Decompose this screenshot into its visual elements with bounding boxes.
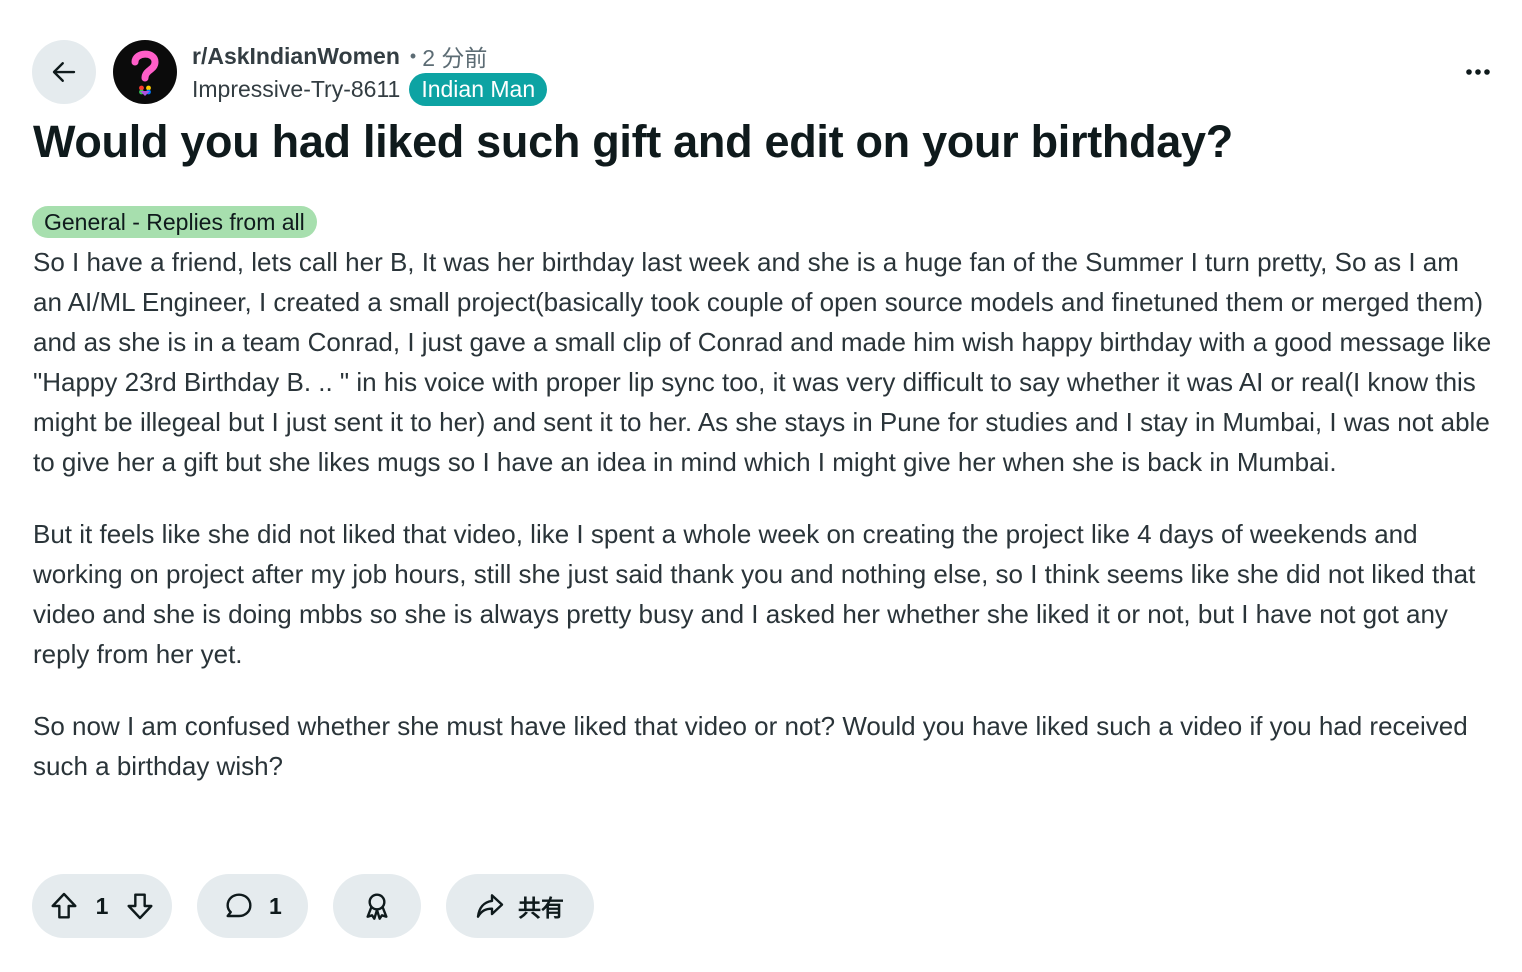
- post-body: So I have a friend, lets call her B, It …: [33, 242, 1493, 818]
- post-flair[interactable]: General - Replies from all: [32, 206, 317, 238]
- meta-separator: •: [409, 45, 417, 66]
- vote-control: 1: [32, 874, 172, 938]
- arrow-left-icon: [49, 57, 79, 87]
- vote-count: 1: [95, 892, 109, 919]
- more-options-button[interactable]: [1464, 56, 1492, 88]
- share-label: 共有: [518, 895, 564, 921]
- subreddit-name[interactable]: r/AskIndianWomen: [192, 43, 400, 70]
- upvote-arrow-icon: [51, 892, 77, 919]
- share-button[interactable]: 共有: [446, 874, 594, 938]
- more-horizontal-icon: [1466, 69, 1490, 75]
- user-flair-badge: Indian Man: [409, 72, 548, 106]
- subreddit-avatar[interactable]: [113, 40, 177, 104]
- question-mark-icon: [131, 50, 159, 96]
- upvote-button[interactable]: [48, 890, 80, 922]
- comments-button[interactable]: 1: [197, 874, 308, 938]
- post-paragraph: So now I am confused whether she must ha…: [33, 711, 1468, 781]
- post-time: 2 分前: [422, 45, 488, 71]
- comment-count: 1: [269, 892, 282, 919]
- share-arrow-icon: [476, 894, 504, 918]
- speech-bubble-icon: [226, 893, 252, 918]
- author-name[interactable]: Impressive-Try-8611: [192, 76, 400, 103]
- downvote-button[interactable]: [124, 890, 156, 922]
- author-line: Impressive-Try-8611 Indian Man: [192, 72, 548, 106]
- post-meta: r/AskIndianWomen • 2 分前: [192, 40, 487, 72]
- award-button[interactable]: [333, 874, 421, 938]
- downvote-arrow-icon: [127, 893, 153, 920]
- award-ribbon-icon: [366, 893, 388, 920]
- action-bar: 1 1 共有: [32, 874, 619, 938]
- post-paragraph: But it feels like she did not liked that…: [33, 519, 1476, 669]
- post-paragraph: So I have a friend, lets call her B, It …: [33, 247, 1492, 477]
- back-button[interactable]: [32, 40, 96, 104]
- post-title: Would you had liked such gift and edit o…: [33, 116, 1233, 167]
